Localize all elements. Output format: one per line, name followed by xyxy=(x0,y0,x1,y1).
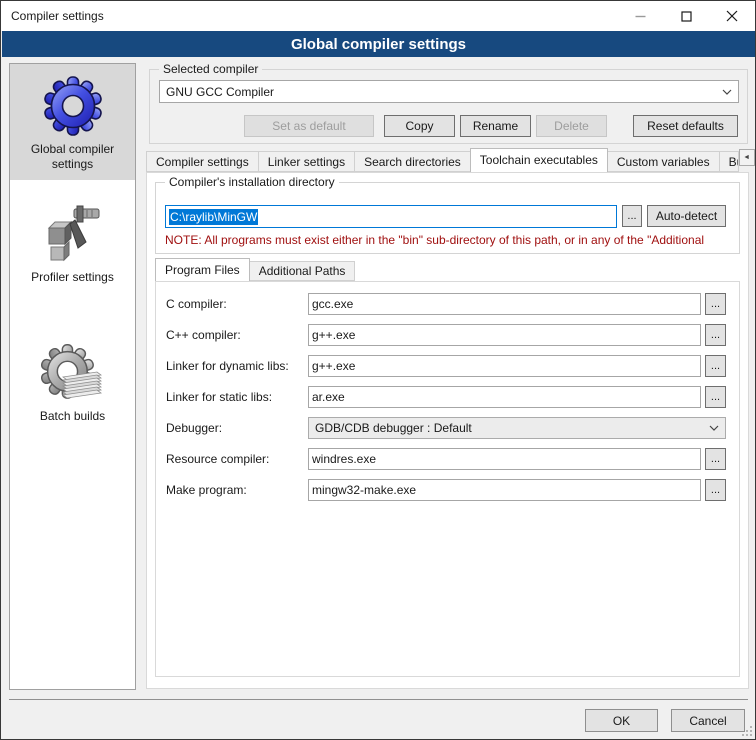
compiler-select-value: GNU GCC Compiler xyxy=(166,85,274,99)
tab-toolchain-executables[interactable]: Toolchain executables xyxy=(470,148,608,172)
installation-directory-input[interactable]: C:\raylib\MinGW xyxy=(165,205,617,228)
field-value: g++.exe xyxy=(312,359,355,373)
sidebar-item-label: Profiler settings xyxy=(12,270,133,285)
sidebar-item-label: Global compiler xyxy=(12,142,133,157)
field-label: Linker for static libs: xyxy=(166,390,272,404)
compiler-buttons-row: Set as default Copy Rename Delete Reset … xyxy=(159,115,738,137)
resource-compiler-input[interactable]: windres.exe xyxy=(308,448,701,470)
gray-gear-stack-icon xyxy=(41,341,105,405)
field-row-cpp-compiler: C++ compiler: g++.exe ... xyxy=(156,324,739,346)
field-value: ar.exe xyxy=(312,390,345,404)
footer-separator xyxy=(9,699,748,700)
browse-resource-compiler-button[interactable]: ... xyxy=(705,448,726,470)
field-label: C++ compiler: xyxy=(166,328,241,342)
field-row-debugger: Debugger: GDB/CDB debugger : Default xyxy=(156,417,739,439)
compiler-select[interactable]: GNU GCC Compiler xyxy=(159,80,739,103)
field-label: Make program: xyxy=(166,483,247,497)
field-value: windres.exe xyxy=(312,452,376,466)
resize-grip[interactable] xyxy=(742,726,752,736)
copy-button[interactable]: Copy xyxy=(384,115,455,137)
tab-scroll-buttons: ◄ ► xyxy=(738,149,756,166)
tab-custom-variables[interactable]: Custom variables xyxy=(607,151,720,172)
browse-c-compiler-button[interactable]: ... xyxy=(705,293,726,315)
settings-category-list: Global compiler settings Profiler settin… xyxy=(9,63,136,690)
maximize-icon xyxy=(681,11,692,22)
debugger-select-value: GDB/CDB debugger : Default xyxy=(315,421,472,435)
field-row-static-linker: Linker for static libs: ar.exe ... xyxy=(156,386,739,408)
debugger-select[interactable]: GDB/CDB debugger : Default xyxy=(308,417,726,439)
rename-button[interactable]: Rename xyxy=(460,115,531,137)
field-row-resource-compiler: Resource compiler: windres.exe ... xyxy=(156,448,739,470)
browse-static-linker-button[interactable]: ... xyxy=(705,386,726,408)
field-label: Resource compiler: xyxy=(166,452,269,466)
field-row-dynamic-linker: Linker for dynamic libs: g++.exe ... xyxy=(156,355,739,377)
field-value: mingw32-make.exe xyxy=(312,483,416,497)
minimize-button xyxy=(617,1,663,31)
sidebar-item-global-compiler-settings[interactable]: Global compiler settings xyxy=(10,64,135,180)
blue-gear-icon xyxy=(41,74,105,138)
cpp-compiler-input[interactable]: g++.exe xyxy=(308,324,701,346)
browse-make-program-button[interactable]: ... xyxy=(705,479,726,501)
installation-note: NOTE: All programs must exist either in … xyxy=(165,233,732,247)
installation-directory-group: Compiler's installation directory C:\ray… xyxy=(155,182,740,254)
ok-button[interactable]: OK xyxy=(585,709,658,732)
page-title: Global compiler settings xyxy=(2,31,755,57)
tab-build-options[interactable]: Build options xyxy=(719,151,739,172)
installation-directory-row: C:\raylib\MinGW ... Auto-detect xyxy=(165,205,726,228)
field-value: g++.exe xyxy=(312,328,355,342)
tab-scroll-left-icon[interactable]: ◄ xyxy=(739,149,755,166)
caliper-icon xyxy=(41,202,105,266)
sidebar-item-label: settings xyxy=(12,157,133,172)
sidebar-item-label: Batch builds xyxy=(12,409,133,424)
field-row-c-compiler: C compiler: gcc.exe ... xyxy=(156,293,739,315)
field-label: Linker for dynamic libs: xyxy=(166,359,289,373)
static-linker-input[interactable]: ar.exe xyxy=(308,386,701,408)
sidebar-item-batch-builds[interactable]: Batch builds xyxy=(10,331,135,432)
c-compiler-input[interactable]: gcc.exe xyxy=(308,293,701,315)
subtab-program-files[interactable]: Program Files xyxy=(155,258,250,281)
cancel-button[interactable]: Cancel xyxy=(671,709,745,732)
selected-compiler-group: Selected compiler GNU GCC Compiler Set a… xyxy=(149,69,748,144)
browse-directory-button[interactable]: ... xyxy=(622,205,642,227)
selected-path-text: C:\raylib\MinGW xyxy=(169,209,258,225)
group-legend: Compiler's installation directory xyxy=(165,175,339,190)
field-value: gcc.exe xyxy=(312,297,353,311)
set-as-default-button: Set as default xyxy=(244,115,374,137)
minimize-icon xyxy=(635,11,646,22)
make-program-input[interactable]: mingw32-make.exe xyxy=(308,479,701,501)
window-controls xyxy=(617,1,755,31)
sidebar-item-profiler-settings[interactable]: Profiler settings xyxy=(10,192,135,293)
subtab-additional-paths[interactable]: Additional Paths xyxy=(249,261,356,281)
tab-linker-settings[interactable]: Linker settings xyxy=(258,151,355,172)
browse-dynamic-linker-button[interactable]: ... xyxy=(705,355,726,377)
chevron-down-icon xyxy=(722,89,732,95)
tab-compiler-settings[interactable]: Compiler settings xyxy=(146,151,259,172)
reset-defaults-button[interactable]: Reset defaults xyxy=(633,115,738,137)
delete-button: Delete xyxy=(536,115,607,137)
settings-tab-bar: Compiler settings Linker settings Search… xyxy=(146,149,749,172)
titlebar[interactable]: Compiler settings xyxy=(1,1,755,31)
tab-search-directories[interactable]: Search directories xyxy=(354,151,471,172)
chevron-down-icon xyxy=(709,425,719,431)
maximize-button[interactable] xyxy=(663,1,709,31)
field-label: C compiler: xyxy=(166,297,227,311)
window-title: Compiler settings xyxy=(1,9,104,23)
field-label: Debugger: xyxy=(166,421,222,435)
close-button[interactable] xyxy=(709,1,755,31)
program-files-page: C compiler: gcc.exe ... C++ compiler: g+… xyxy=(155,281,740,677)
close-icon xyxy=(726,10,738,22)
auto-detect-button[interactable]: Auto-detect xyxy=(647,205,726,227)
toolchain-executables-page: Compiler's installation directory C:\ray… xyxy=(146,172,749,689)
executables-subtab-bar: Program Files Additional Paths xyxy=(155,259,354,281)
dynamic-linker-input[interactable]: g++.exe xyxy=(308,355,701,377)
field-row-make-program: Make program: mingw32-make.exe ... xyxy=(156,479,739,501)
browse-cpp-compiler-button[interactable]: ... xyxy=(705,324,726,346)
compiler-settings-dialog: Compiler settings Global compiler settin… xyxy=(0,0,756,740)
group-legend: Selected compiler xyxy=(159,62,262,77)
